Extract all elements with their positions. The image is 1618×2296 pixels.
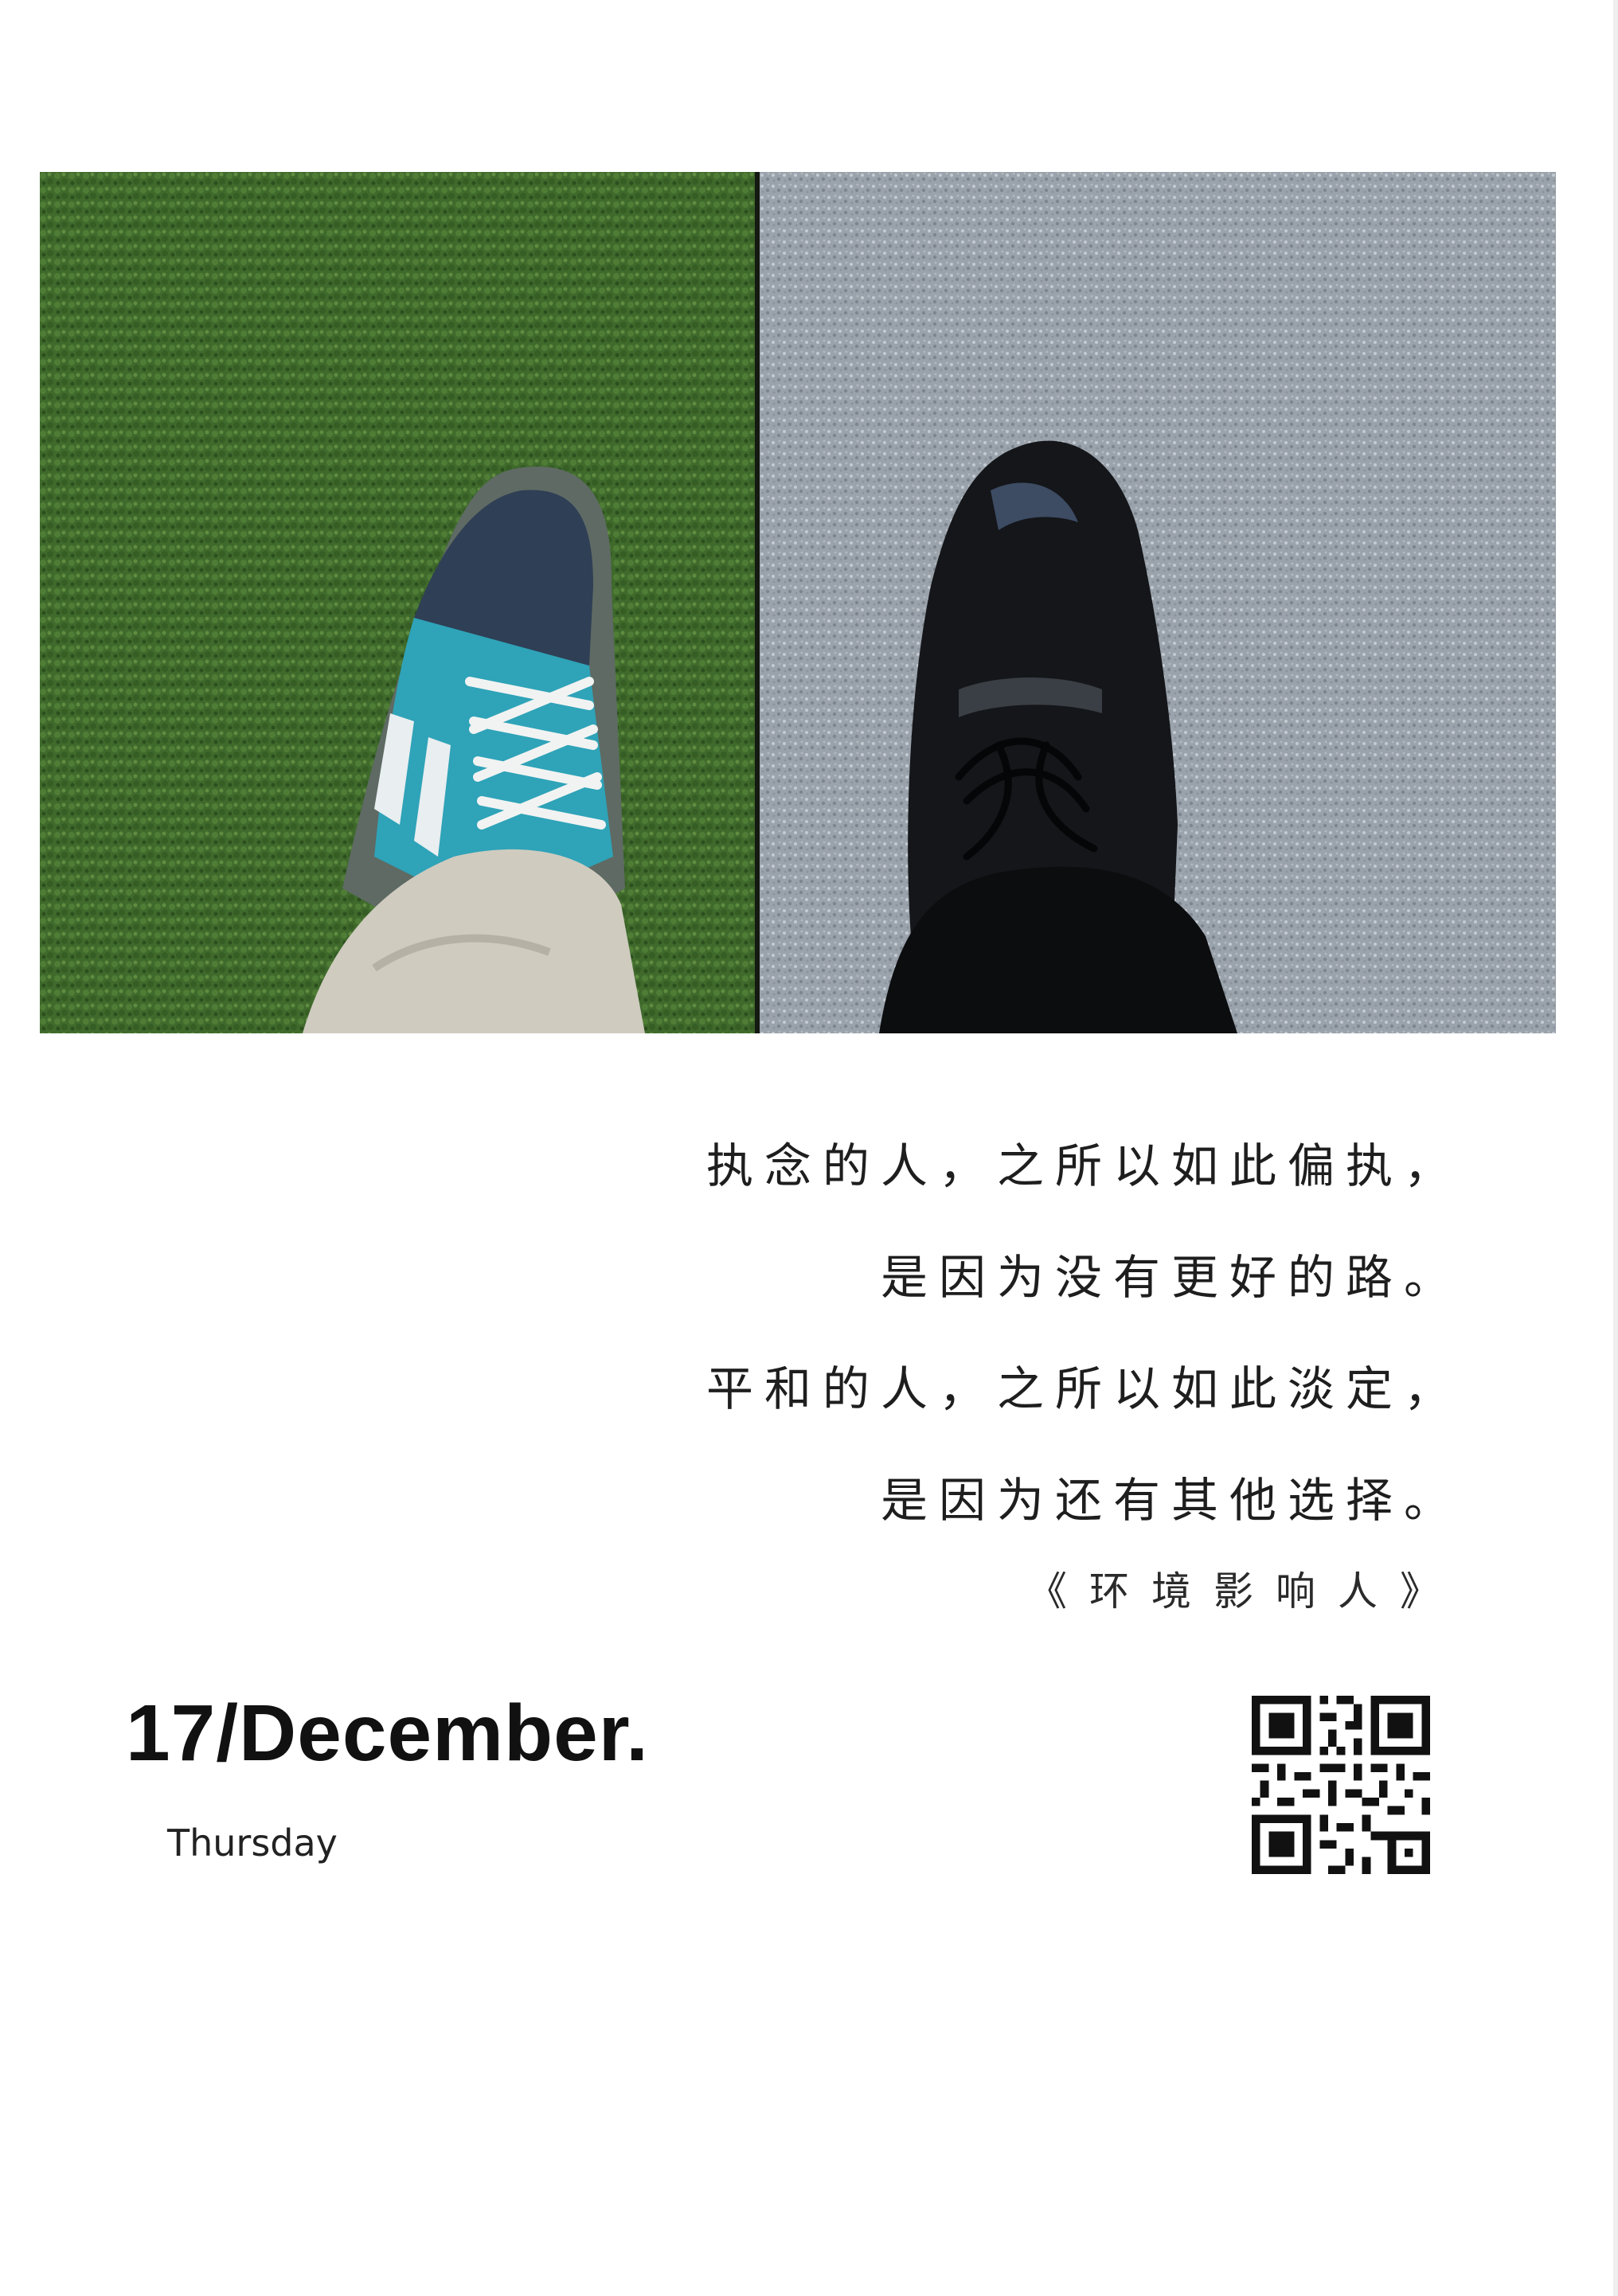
poster-page: 执念的人，之所以如此偏执， 是因为没有更好的路。 平和的人，之所以如此淡定， 是… <box>0 0 1618 2296</box>
gravel-dress-shoe-image <box>760 172 1556 1033</box>
shoes-photo <box>40 172 1556 1033</box>
qr-code-icon[interactable] <box>1252 1696 1430 1874</box>
weekday-label: Thursday <box>167 1822 338 1865</box>
quote-line-2: 是因为没有更好的路。 <box>880 1250 1462 1305</box>
grass-sneaker-image <box>40 172 755 1033</box>
quote-line-1: 执念的人，之所以如此偏执， <box>705 1138 1462 1193</box>
page-edge <box>1613 0 1618 2296</box>
quote-block: 执念的人，之所以如此偏执， 是因为没有更好的路。 平和的人，之所以如此淡定， 是… <box>706 1111 1462 1617</box>
date-title: 17/December. <box>126 1689 649 1778</box>
quote-line-4: 是因为还有其他选择。 <box>880 1473 1462 1528</box>
quote-source: 《环境影响人》 <box>1027 1568 1462 1615</box>
quote-line-3: 平和的人，之所以如此淡定， <box>705 1361 1462 1416</box>
